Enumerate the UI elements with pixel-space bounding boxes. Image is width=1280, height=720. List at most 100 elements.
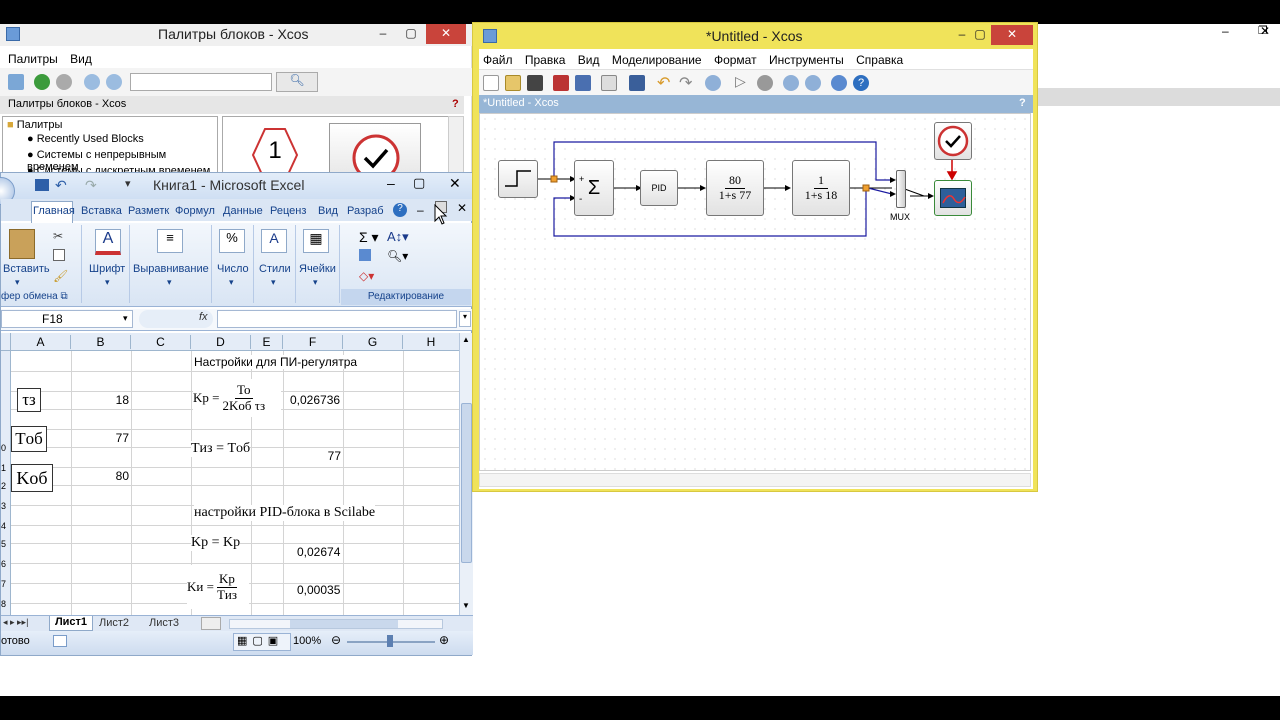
ribbon-minimize-icon[interactable]: – xyxy=(417,203,424,217)
menu-tools[interactable]: Инструменты xyxy=(769,53,844,67)
save-icon[interactable] xyxy=(35,179,49,191)
percent-icon[interactable]: % xyxy=(219,229,245,253)
scroll-down-icon[interactable]: ▼ xyxy=(462,601,470,610)
menu-view[interactable]: Вид xyxy=(578,53,600,67)
cut-icon[interactable]: ✂ xyxy=(53,229,63,243)
menu-file[interactable]: Файл xyxy=(483,53,513,67)
tab-formulas[interactable]: Формул xyxy=(175,205,215,217)
pid-block[interactable]: PID xyxy=(640,170,678,206)
zoom-slider-thumb[interactable] xyxy=(387,635,393,647)
column-header-b[interactable]: B xyxy=(71,335,131,349)
maximize-button[interactable]: ▢ xyxy=(413,175,425,191)
alignment-icon[interactable]: ≡ xyxy=(157,229,183,253)
autosum-icon[interactable]: Σ ▾ xyxy=(359,229,379,246)
chevron-down-icon[interactable]: ▾ xyxy=(229,277,234,288)
macro-record-icon[interactable] xyxy=(53,635,67,647)
menu-palettes[interactable]: Палитры xyxy=(8,52,58,66)
chevron-down-icon[interactable]: ▾ xyxy=(271,277,276,288)
ribbon-close-icon[interactable]: ✕ xyxy=(457,201,467,215)
canvas-hscrollbar[interactable] xyxy=(479,473,1031,487)
chevron-down-icon[interactable]: ▾ xyxy=(313,277,318,288)
open-diagram-icon[interactable] xyxy=(527,75,543,91)
sort-filter-icon[interactable]: A↕▾ xyxy=(387,229,409,245)
find-icon[interactable]: 🔍︎▾ xyxy=(387,249,408,263)
open-folder-icon[interactable] xyxy=(505,75,521,91)
zoom-out-icon[interactable]: ⊖ xyxy=(331,633,341,647)
column-header-h[interactable]: H xyxy=(403,335,459,349)
chevron-down-icon[interactable]: ▾ xyxy=(15,277,20,288)
scope-block[interactable] xyxy=(934,180,972,216)
maximize-button[interactable]: ▢ xyxy=(398,24,424,44)
menu-view[interactable]: Вид xyxy=(70,52,92,66)
chevron-down-icon[interactable]: ▾ xyxy=(167,277,172,288)
name-box[interactable]: F18 xyxy=(1,310,133,328)
transfer-function-block-1[interactable]: 80 1+s 77 xyxy=(706,160,764,216)
zoom-in-icon[interactable] xyxy=(84,74,100,90)
chevron-down-icon[interactable]: ▾ xyxy=(123,313,128,324)
save-icon[interactable] xyxy=(553,75,569,91)
panel-help-icon[interactable]: ? xyxy=(1019,97,1026,109)
column-header-g[interactable]: G xyxy=(343,335,403,349)
close-button[interactable]: ✕ xyxy=(449,175,461,192)
sheet-tab-3[interactable]: Лист3 xyxy=(149,617,179,629)
clear-icon[interactable]: ◇▾ xyxy=(359,269,374,283)
export-icon[interactable] xyxy=(629,75,645,91)
close-button[interactable]: ✕ xyxy=(426,24,466,44)
copy-icon[interactable] xyxy=(53,249,65,261)
new-file-icon[interactable] xyxy=(483,75,499,91)
minimize-button[interactable]: – xyxy=(387,175,395,191)
mux-block[interactable] xyxy=(896,170,906,208)
tab-data[interactable]: Данные xyxy=(223,205,263,217)
menu-edit[interactable]: Правка xyxy=(525,53,566,67)
start-icon[interactable]: ▷ xyxy=(735,73,746,90)
menu-simulation[interactable]: Моделирование xyxy=(612,53,702,67)
number-button[interactable]: Число xyxy=(217,263,249,275)
zoom-in-icon[interactable] xyxy=(783,75,799,91)
zoom-in-icon[interactable]: ⊕ xyxy=(439,633,449,647)
palette-browser-icon[interactable] xyxy=(8,74,24,90)
view-buttons[interactable]: ▦▢▣ xyxy=(233,633,291,651)
horizontal-scrollbar[interactable] xyxy=(229,619,443,629)
paste-icon[interactable] xyxy=(9,229,35,259)
settings-icon[interactable] xyxy=(831,75,847,91)
clock-block[interactable] xyxy=(934,122,972,160)
column-header-e[interactable]: E xyxy=(251,335,283,349)
styles-button[interactable]: Стили xyxy=(259,263,291,275)
undo-icon[interactable]: ↶ xyxy=(657,73,670,93)
cells-button[interactable]: Ячейки xyxy=(299,263,336,275)
help-icon[interactable]: ? xyxy=(853,75,869,91)
styles-icon[interactable]: A xyxy=(261,229,287,253)
chevron-down-icon[interactable]: ▾ xyxy=(105,277,110,288)
close-icon[interactable]: ✕ xyxy=(1260,24,1270,38)
sheet-grid[interactable]: 0 1 2 3 4 5 6 7 8 Настройки для ПИ-регул… xyxy=(1,351,459,615)
diagram-canvas[interactable]: Σ + - PID 80 1+s 77 1 1+s 18 MUX xyxy=(479,113,1031,471)
menu-format[interactable]: Формат xyxy=(714,53,757,67)
help-icon[interactable]: ? xyxy=(393,203,407,217)
scroll-thumb[interactable] xyxy=(290,620,398,628)
redo-icon[interactable]: ↷ xyxy=(679,73,692,93)
new-sheet-icon[interactable] xyxy=(201,617,221,630)
fill-icon[interactable] xyxy=(359,249,371,261)
search-button[interactable]: 🔍︎ xyxy=(276,72,318,92)
format-painter-icon[interactable]: 🖌︎ xyxy=(53,269,68,283)
tab-page-layout[interactable]: Разметк xyxy=(128,205,169,217)
transfer-function-block-2[interactable]: 1 1+s 18 xyxy=(792,160,850,216)
minimize-button[interactable]: – xyxy=(370,24,396,44)
vertical-scrollbar[interactable]: ▲ ▼ xyxy=(459,333,473,615)
scroll-thumb[interactable] xyxy=(461,403,472,563)
zoom-out-icon[interactable] xyxy=(805,75,821,91)
sum-block[interactable]: Σ xyxy=(574,160,614,216)
stop-icon[interactable] xyxy=(757,75,773,91)
redo-icon[interactable]: ↷ xyxy=(85,177,97,194)
save-as-icon[interactable] xyxy=(575,75,591,91)
maximize-button[interactable]: ▢ xyxy=(967,25,993,45)
forward-icon[interactable] xyxy=(56,74,72,90)
column-header-c[interactable]: C xyxy=(131,335,191,349)
fit-diagram-icon[interactable] xyxy=(705,75,721,91)
dialog-launcher-icon[interactable]: ⧉ xyxy=(61,291,68,302)
zoom-out-icon[interactable] xyxy=(106,74,122,90)
tab-review[interactable]: Реценз xyxy=(270,205,306,217)
column-header-a[interactable]: A xyxy=(11,335,71,349)
sheet-tab-2[interactable]: Лист2 xyxy=(99,617,129,629)
expand-formula-icon[interactable]: ▾ xyxy=(459,311,471,327)
